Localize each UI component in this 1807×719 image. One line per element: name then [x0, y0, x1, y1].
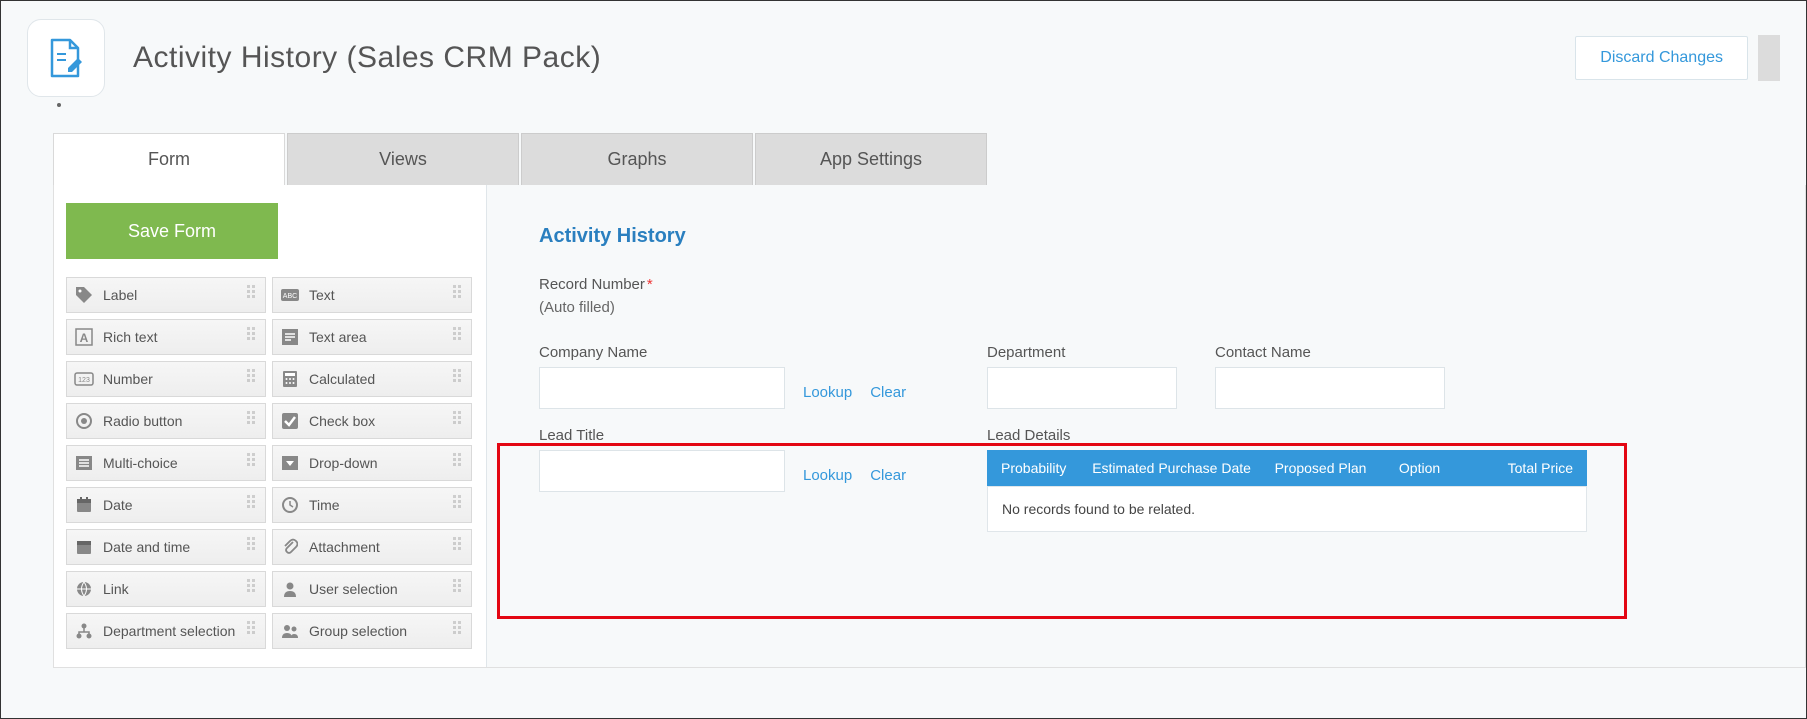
field-label[interactable]: Label: [66, 277, 266, 313]
checkbox-icon: [279, 410, 301, 432]
company-name-input[interactable]: [539, 367, 785, 409]
field-palette: Save Form Label ABC Text A Rich text: [54, 185, 486, 667]
document-edit-icon: [44, 36, 88, 80]
field-time[interactable]: Time: [272, 487, 472, 523]
dot-indicator: [57, 103, 61, 107]
list-icon: [73, 452, 95, 474]
form-canvas: Activity History Record Number* (Auto fi…: [486, 185, 1805, 667]
field-drop-down[interactable]: Drop-down: [272, 445, 472, 481]
lead-lookup-link[interactable]: Lookup: [803, 467, 852, 492]
field-date-and-time[interactable]: Date and time: [66, 529, 266, 565]
section-title: Activity History: [539, 225, 1753, 248]
lead-details-label: Lead Details: [987, 427, 1587, 444]
tab-form[interactable]: Form: [53, 133, 285, 185]
calendar-clock-icon: [73, 536, 95, 558]
tab-app-settings[interactable]: App Settings: [755, 133, 987, 185]
th-probability: Probability: [1001, 460, 1092, 476]
dropdown-icon: [279, 452, 301, 474]
calculator-icon: [279, 368, 301, 390]
field-radio-button[interactable]: Radio button: [66, 403, 266, 439]
group-icon: [279, 620, 301, 642]
th-proposed-plan: Proposed Plan: [1275, 460, 1399, 476]
field-user-selection[interactable]: User selection: [272, 571, 472, 607]
user-icon: [279, 578, 301, 600]
no-records-message: No records found to be related.: [987, 486, 1587, 532]
svg-text:ABC: ABC: [283, 293, 297, 300]
calendar-icon: [73, 494, 95, 516]
side-strip: [1758, 35, 1780, 81]
company-lookup-link[interactable]: Lookup: [803, 384, 852, 409]
contact-name-input[interactable]: [1215, 367, 1445, 409]
company-name-label: Company Name: [539, 344, 959, 361]
letter-a-icon: A: [73, 326, 95, 348]
save-form-button[interactable]: Save Form: [66, 203, 278, 259]
department-input[interactable]: [987, 367, 1177, 409]
lead-clear-link[interactable]: Clear: [870, 467, 906, 492]
lead-title-input[interactable]: [539, 450, 785, 492]
field-calculated[interactable]: Calculated: [272, 361, 472, 397]
field-link[interactable]: Link: [66, 571, 266, 607]
textarea-icon: [279, 326, 301, 348]
globe-icon: [73, 578, 95, 600]
field-department-selection[interactable]: Department selection: [66, 613, 266, 649]
app-icon: [27, 19, 105, 97]
field-check-box[interactable]: Check box: [272, 403, 472, 439]
lead-details-table: Probability Estimated Purchase Date Prop…: [987, 450, 1587, 532]
th-estimated-purchase-date: Estimated Purchase Date: [1092, 460, 1274, 476]
field-group-selection[interactable]: Group selection: [272, 613, 472, 649]
record-number-label: Record Number*: [539, 276, 1753, 293]
lead-title-label: Lead Title: [539, 427, 959, 444]
tab-graphs[interactable]: Graphs: [521, 133, 753, 185]
department-label: Department: [987, 344, 1187, 361]
page-title: Activity History (Sales CRM Pack): [133, 41, 601, 75]
field-number[interactable]: 123 Number: [66, 361, 266, 397]
field-attachment[interactable]: Attachment: [272, 529, 472, 565]
contact-name-label: Contact Name: [1215, 344, 1445, 361]
field-text[interactable]: ABC Text: [272, 277, 472, 313]
radio-icon: [73, 410, 95, 432]
abc-icon: ABC: [279, 284, 301, 306]
discard-changes-button[interactable]: Discard Changes: [1575, 36, 1748, 80]
field-date[interactable]: Date: [66, 487, 266, 523]
number-icon: 123: [73, 368, 95, 390]
field-text-area[interactable]: Text area: [272, 319, 472, 355]
record-number-hint: (Auto filled): [539, 299, 1753, 316]
org-icon: [73, 620, 95, 642]
svg-text:A: A: [80, 331, 89, 345]
paperclip-icon: [279, 536, 301, 558]
tab-views[interactable]: Views: [287, 133, 519, 185]
th-total-price: Total Price: [1482, 460, 1573, 476]
tabs: Form Views Graphs App Settings: [53, 133, 1806, 185]
clock-icon: [279, 494, 301, 516]
tag-icon: [73, 284, 95, 306]
field-multi-choice[interactable]: Multi-choice: [66, 445, 266, 481]
th-option: Option: [1399, 460, 1482, 476]
svg-text:123: 123: [78, 377, 90, 384]
company-clear-link[interactable]: Clear: [870, 384, 906, 409]
field-rich-text[interactable]: A Rich text: [66, 319, 266, 355]
